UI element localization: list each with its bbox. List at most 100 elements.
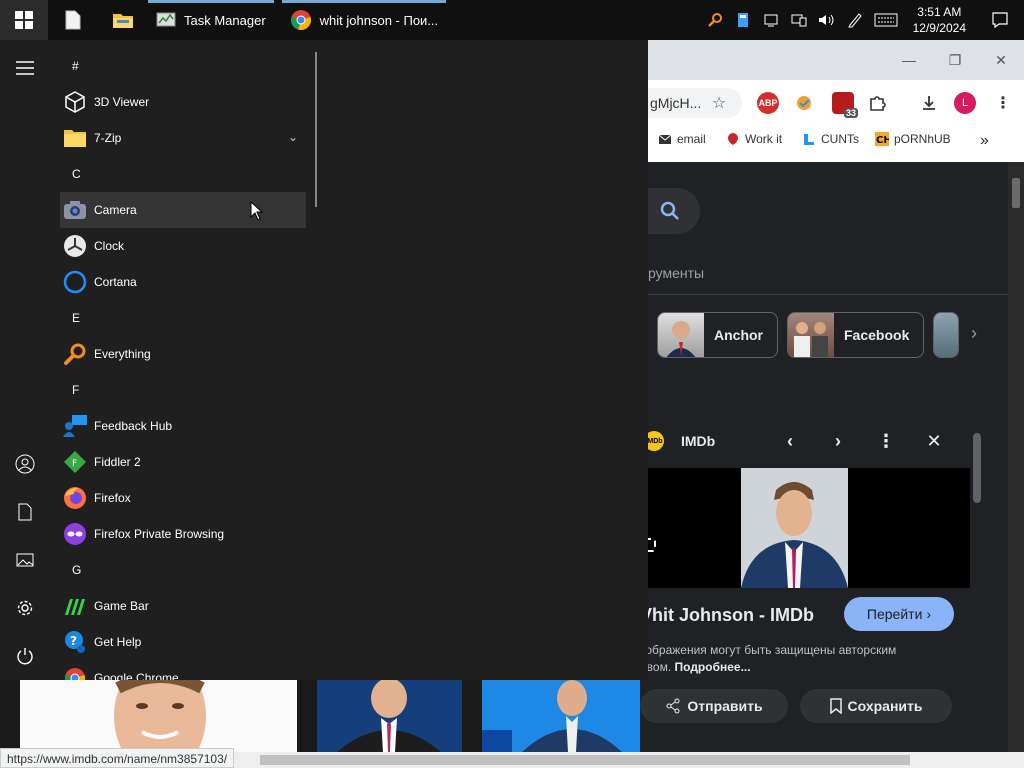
app-firefox[interactable]: Firefox: [60, 480, 306, 516]
start-button[interactable]: [0, 0, 48, 40]
app-firefox-private[interactable]: Firefox Private Browsing: [60, 516, 306, 552]
app-list: # 3D Viewer 7-Zip ⌄ C Camera Clock Corta…: [60, 48, 306, 680]
extension-hand-icon[interactable]: [793, 92, 815, 114]
image-result[interactable]: [20, 680, 297, 752]
chrome-titlebar: — ❐ ✕: [600, 40, 1024, 80]
action-center-button[interactable]: [980, 0, 1020, 40]
profile-avatar[interactable]: L: [954, 92, 976, 114]
bookmarks-overflow-label: »: [980, 132, 989, 149]
save-button[interactable]: Сохранить: [800, 689, 952, 723]
app-name: Clock: [94, 239, 125, 253]
next-image-icon[interactable]: ›: [826, 429, 850, 453]
user-account-button[interactable]: [0, 440, 50, 488]
search-icon: [660, 201, 679, 220]
group-header-g[interactable]: G: [60, 552, 306, 588]
pen-tray-icon[interactable]: [845, 10, 865, 30]
chevron-right-icon: ›: [926, 606, 932, 622]
app-feedback-hub[interactable]: Feedback Hub: [60, 408, 306, 444]
storage-tray-icon[interactable]: [733, 10, 753, 30]
chrome-menu-icon[interactable]: ⋮: [992, 92, 1014, 114]
app-camera[interactable]: Camera: [60, 192, 306, 228]
app-google-chrome[interactable]: Google Chrome: [60, 660, 306, 680]
app-cortana[interactable]: Cortana: [60, 264, 306, 300]
app-list-scrollbar[interactable]: [315, 52, 317, 207]
bookmark-star-icon[interactable]: ☆: [708, 92, 730, 114]
taskbar-chrome[interactable]: whit johnson - Пои...: [281, 0, 447, 40]
extensions-puzzle-icon[interactable]: [866, 92, 888, 114]
network-tray-icon[interactable]: [789, 10, 809, 30]
chip-label: Facebook: [844, 327, 910, 343]
bookmark-pornhub[interactable]: CH pORNhUB: [875, 132, 951, 146]
horizontal-scrollbar-thumb[interactable]: [260, 755, 910, 765]
tools-tab[interactable]: рументы: [648, 265, 704, 281]
chip-more[interactable]: [933, 312, 959, 358]
bookmark-label: email: [677, 132, 706, 146]
chrome-task-label: whit johnson - Пои...: [319, 12, 439, 28]
power-button[interactable]: [0, 632, 50, 680]
app-name: Firefox Private Browsing: [94, 527, 225, 541]
app-7-zip[interactable]: 7-Zip ⌄: [60, 120, 306, 156]
search-button[interactable]: [640, 188, 700, 234]
extension-badge-icon[interactable]: 33: [832, 92, 858, 118]
everything-tray-icon[interactable]: [705, 10, 725, 30]
adblock-icon[interactable]: ABP: [757, 92, 779, 114]
app-everything[interactable]: Everything: [60, 336, 306, 372]
chip-anchor[interactable]: Anchor: [657, 312, 778, 358]
app-get-help[interactable]: ? Get Help: [60, 624, 306, 660]
taskbar-task-manager[interactable]: Task Manager: [148, 0, 274, 40]
panel-scrollbar-thumb[interactable]: [973, 433, 981, 503]
bookmark-cunts[interactable]: CUNTs: [802, 132, 859, 146]
app-fiddler-2[interactable]: F Fiddler 2: [60, 444, 306, 480]
clock[interactable]: 3:51 AM 12/9/2024: [907, 4, 972, 36]
horizontal-scrollbar[interactable]: [230, 752, 1024, 768]
learn-more-link[interactable]: Подробнее...: [675, 660, 751, 674]
chevron-down-icon[interactable]: ⌄: [288, 130, 298, 144]
goto-button[interactable]: Перейти ›: [844, 597, 954, 631]
download-icon[interactable]: [918, 92, 940, 114]
device-tray-icon[interactable]: [761, 10, 781, 30]
documents-button[interactable]: [0, 488, 50, 536]
chip-facebook[interactable]: Facebook: [787, 312, 925, 358]
group-header-c[interactable]: C: [60, 156, 306, 192]
file-icon: [65, 10, 81, 30]
panel-scrollbar[interactable]: [968, 417, 986, 755]
keyboard-tray-icon[interactable]: [873, 10, 899, 30]
group-header-e[interactable]: E: [60, 300, 306, 336]
share-button[interactable]: Отправить: [640, 689, 788, 723]
minimize-button[interactable]: —: [886, 48, 932, 72]
page-scrollbar[interactable]: [1008, 162, 1024, 755]
chips-next-icon[interactable]: ›: [971, 323, 977, 344]
image-result[interactable]: [482, 680, 640, 752]
app-clock[interactable]: Clock: [60, 228, 306, 264]
app-3d-viewer[interactable]: 3D Viewer: [60, 84, 306, 120]
app-name: Feedback Hub: [94, 419, 173, 433]
pictures-icon: [16, 553, 34, 567]
panel-title[interactable]: Vhit Johnson - IMDb: [640, 605, 814, 626]
page-scrollbar-thumb[interactable]: [1012, 178, 1020, 208]
goto-label: Перейти: [866, 606, 923, 622]
bookmark-work-it[interactable]: Work it: [726, 132, 782, 146]
close-window-button[interactable]: ✕: [978, 48, 1024, 72]
taskbar-file-explorer[interactable]: [98, 0, 148, 40]
restore-button[interactable]: ❐: [932, 48, 978, 72]
expand-menu-button[interactable]: [0, 44, 50, 92]
taskbar-file-icon[interactable]: [48, 0, 98, 40]
more-options-icon[interactable]: ⋮: [874, 429, 898, 453]
volume-tray-icon[interactable]: [817, 10, 837, 30]
chrome-window: — ❐ ✕ gMjcH... ☆ ABP 33 L ⋮ email Work i…: [600, 40, 1024, 755]
pictures-button[interactable]: [0, 536, 50, 584]
chip-label: Anchor: [714, 327, 763, 343]
group-header-hash[interactable]: #: [60, 48, 306, 84]
bookmark-email[interactable]: email: [658, 132, 706, 146]
close-panel-icon[interactable]: ✕: [922, 429, 946, 453]
notification-icon: [992, 12, 1008, 29]
settings-button[interactable]: [0, 584, 50, 632]
group-header-f[interactable]: F: [60, 372, 306, 408]
document-icon: [18, 503, 32, 521]
image-result[interactable]: [317, 680, 462, 752]
prev-image-icon[interactable]: ‹: [778, 429, 802, 453]
preview-image[interactable]: [640, 468, 970, 588]
bookmarks-overflow-button[interactable]: »: [980, 132, 989, 150]
start-menu: # 3D Viewer 7-Zip ⌄ C Camera Clock Corta…: [0, 40, 648, 680]
app-game-bar[interactable]: Game Bar: [60, 588, 306, 624]
